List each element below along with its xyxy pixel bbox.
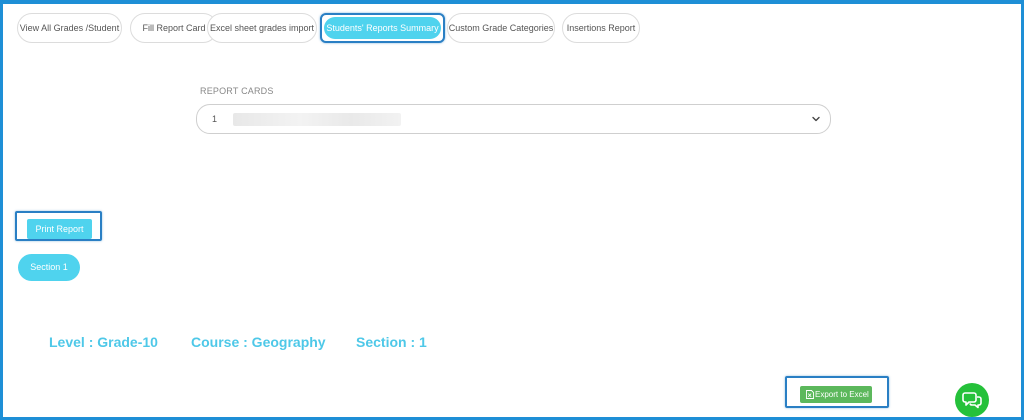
export-to-excel-button[interactable]: Export to Excel bbox=[800, 386, 872, 403]
chat-widget-button[interactable] bbox=[955, 383, 989, 417]
course-info: Course : Geography bbox=[191, 334, 326, 350]
tab-excel-import[interactable]: Excel sheet grades import bbox=[207, 13, 317, 43]
print-report-focus-ring: Print Report bbox=[15, 211, 102, 241]
tab-view-all-grades[interactable]: View All Grades /Student bbox=[17, 13, 122, 43]
chevron-down-icon bbox=[812, 116, 820, 122]
chat-bubbles-icon bbox=[962, 392, 982, 409]
file-excel-icon bbox=[806, 390, 814, 399]
redacted-student-name bbox=[233, 113, 401, 126]
report-cards-selected-value: 1 bbox=[212, 114, 218, 124]
level-info: Level : Grade-10 bbox=[49, 334, 158, 350]
export-to-excel-label: Export to Excel bbox=[815, 390, 869, 399]
section-1-button[interactable]: Section 1 bbox=[18, 254, 80, 281]
tab-custom-grade-categories[interactable]: Custom Grade Categories bbox=[447, 13, 555, 43]
report-cards-label: REPORT CARDS bbox=[200, 86, 274, 96]
tab-students-reports-summary-label: Students' Reports Summary bbox=[324, 17, 441, 39]
section-info: Section : 1 bbox=[356, 334, 427, 350]
report-cards-select[interactable]: 1 bbox=[196, 104, 831, 134]
export-focus-ring: Export to Excel bbox=[785, 376, 889, 408]
window-frame bbox=[0, 0, 1024, 420]
tab-students-reports-summary[interactable]: Students' Reports Summary bbox=[320, 13, 445, 43]
tab-fill-report-card[interactable]: Fill Report Card bbox=[130, 13, 218, 43]
tab-insertions-report[interactable]: Insertions Report bbox=[562, 13, 640, 43]
print-report-button[interactable]: Print Report bbox=[27, 219, 92, 239]
